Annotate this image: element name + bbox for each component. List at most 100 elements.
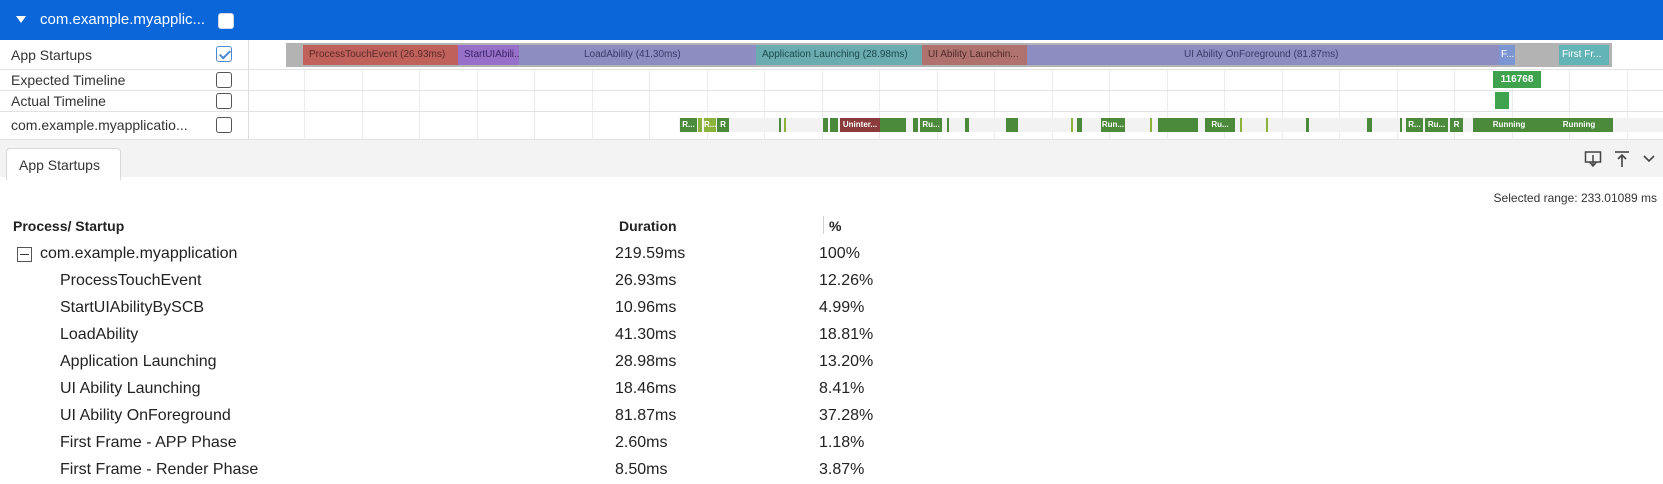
thread-state-bar[interactable]: Ru... [920,118,942,132]
grid-line [994,70,995,90]
thread-state-bar[interactable] [784,118,786,132]
grid-line [1627,70,1628,90]
table-row[interactable]: StartUIAbilityBySCB 10.96ms 4.99% [0,296,1663,323]
row-name: First Frame - APP Phase [60,434,237,451]
column-header-duration[interactable]: Duration [619,218,677,234]
table-row[interactable]: LoadAbility 41.30ms 18.81% [0,323,1663,350]
column-header-percent[interactable]: % [829,218,841,234]
grid-line [304,91,305,111]
table-row[interactable]: ProcessTouchEvent 26.93ms 12.26% [0,269,1663,296]
segment-first-frame-app[interactable]: F... [1499,45,1515,65]
segment-ui-ability-launching[interactable]: UI Ability Launchin... [922,45,1027,65]
process-header[interactable]: com.example.myapplic... [0,0,1663,40]
table-row-parent[interactable]: com.example.myapplication 219.59ms 100% [0,242,1663,269]
thread-state-bar[interactable] [830,118,838,132]
thread-state-bar[interactable] [1266,118,1268,132]
collapse-tree-icon[interactable] [17,247,32,262]
grid-line [822,70,823,90]
tab-app-startups[interactable]: App Startups [6,148,121,180]
column-header-process[interactable]: Process/ Startup [13,218,124,234]
column-separator[interactable] [823,216,824,234]
segment-first-frame-render[interactable]: First Fr... [1559,45,1609,65]
expected-track[interactable]: 116768 [249,70,1663,90]
grid-line [649,112,650,139]
thread-state-bar[interactable]: R... [704,118,716,132]
thread-state-bar-uninterruptible[interactable]: Uninter... [840,118,880,132]
segment-application-launching[interactable]: Application Launching (28.98ms) [756,45,922,65]
row-percent: 4.99% [819,299,865,316]
thread-state-bar[interactable] [823,118,828,132]
thread-state-bar[interactable] [1006,118,1018,132]
grid-line [1282,91,1283,111]
lane-label: com.example.myapplicatio... [11,117,188,133]
segment-ui-ability-onforeground[interactable]: UI Ability OnForeground (81.87ms) [1027,45,1499,65]
grid-line [362,70,363,90]
segment-load-ability[interactable]: LoadAbility (41.30ms) [519,45,756,65]
grid-line [419,70,420,90]
expected-frame-bar[interactable]: 116768 [1493,71,1541,88]
grid-line [937,91,938,111]
row-percent: 13.20% [819,353,874,370]
thread-state-bar[interactable]: R [1450,118,1463,132]
thread-state-bar-running[interactable]: Running [1545,118,1613,132]
actual-frame-bar[interactable] [1495,92,1509,109]
table-row[interactable]: Application Launching 28.98ms 13.20% [0,350,1663,377]
lane-checkbox[interactable] [216,93,232,109]
download-icon-svg [1584,151,1602,168]
thread-state-bar[interactable] [965,118,969,132]
thread-state-bar[interactable] [1400,118,1402,132]
thread-state-bar[interactable]: Ru... [1205,118,1235,132]
row-duration: 41.30ms [615,326,677,343]
lane-checkbox[interactable] [216,72,232,88]
row-duration: 10.96ms [615,299,677,316]
process-checkbox[interactable] [218,13,234,29]
grid-line [1339,91,1340,111]
thread-state-bar[interactable] [1158,118,1198,132]
table-row[interactable]: First Frame - Render Phase 8.50ms 3.87% [0,458,1663,484]
thread-state-bar[interactable] [1077,118,1082,132]
grid-line [1339,70,1340,90]
grid-line [1109,70,1110,90]
grid-line [1282,70,1283,90]
grid-line [994,91,995,111]
thread-state-bar[interactable] [1367,118,1372,132]
thread-state-bar[interactable] [947,118,949,132]
grid-line [1109,91,1110,111]
grid-line [649,70,650,90]
chevron-down-icon[interactable] [1639,150,1659,170]
row-name: UI Ability Launching [60,380,201,397]
grid-line [592,70,593,90]
download-icon[interactable] [1583,150,1603,170]
startup-track[interactable]: ProcessTouchEvent (26.93ms) StartUIAbili… [249,40,1663,69]
row-duration: 219.59ms [615,245,686,262]
thread-state-bar[interactable]: R [717,118,729,132]
thread-state-bar[interactable]: R... [680,118,697,132]
segment-process-touch-event[interactable]: ProcessTouchEvent (26.93ms) [303,45,458,65]
thread-state-bar[interactable] [913,118,918,132]
row-duration: 18.46ms [615,380,677,397]
lane-checkbox[interactable] [216,117,232,133]
thread-state-bar[interactable] [698,118,702,132]
thread-state-bar[interactable] [1306,118,1309,132]
thread-state-bar[interactable] [1071,118,1073,132]
thread-state-bar[interactable]: Ru... [1425,118,1448,132]
thread-state-bar[interactable] [880,118,906,132]
table-row[interactable]: UI Ability OnForeground 81.87ms 37.28% [0,404,1663,431]
table-row[interactable]: First Frame - APP Phase 2.60ms 1.18% [0,431,1663,458]
collapse-triangle-icon[interactable] [16,16,26,23]
upload-to-top-icon[interactable] [1612,150,1632,170]
thread-state-bar[interactable] [1150,118,1152,132]
thread-state-bar-running[interactable]: Running [1473,118,1545,132]
lane-actual-timeline: Actual Timeline [0,91,1663,112]
actual-track[interactable] [249,91,1663,111]
thread-state-bar[interactable] [1240,118,1242,132]
thread-state-bar[interactable] [779,118,781,132]
segment-start-ui-ability[interactable]: StartUIAbili... [458,45,519,65]
thread-state-bar[interactable]: Run... [1101,118,1125,132]
grid-line [1167,70,1168,90]
lane-checkbox-checked[interactable] [216,46,232,62]
thread-state-bar[interactable]: R... [1406,118,1423,132]
grid-line [1052,91,1053,111]
thread-track[interactable]: R... R... R Uninter... Ru... Run... Ru..… [249,112,1663,139]
table-row[interactable]: UI Ability Launching 18.46ms 8.41% [0,377,1663,404]
